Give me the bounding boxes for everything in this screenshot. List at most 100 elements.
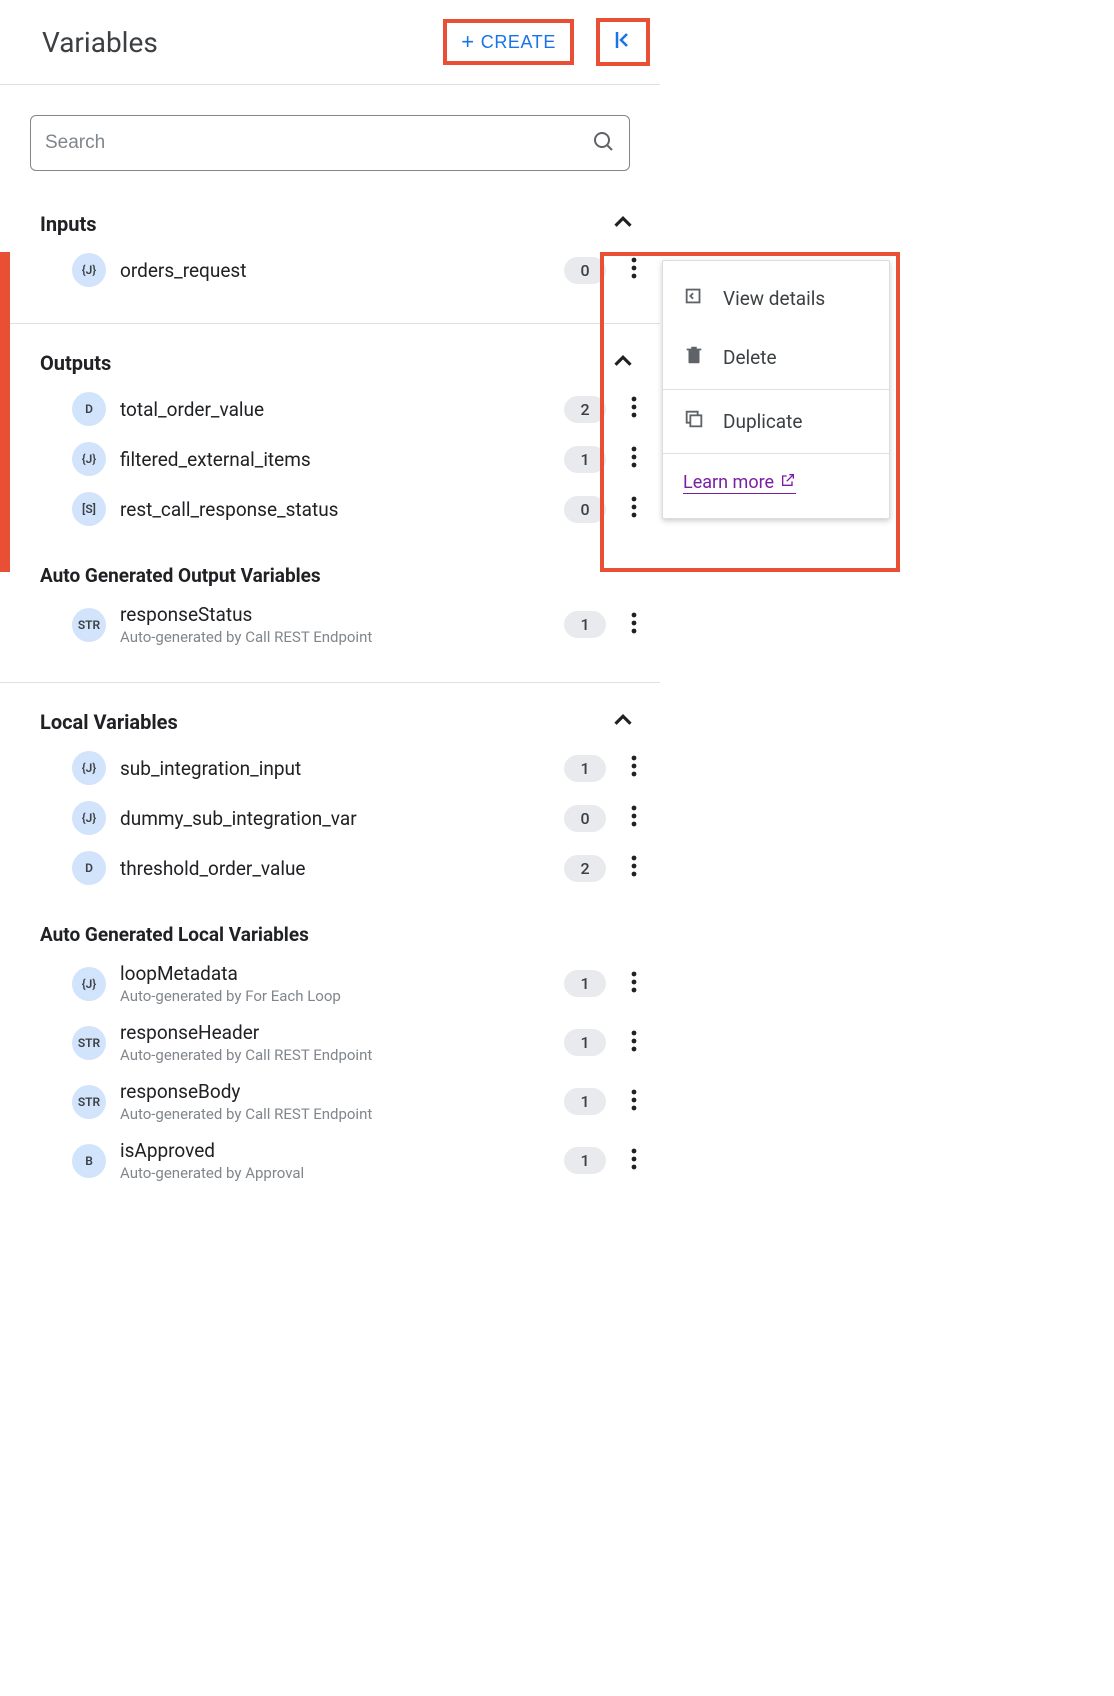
variable-name: loopMetadata <box>120 962 550 985</box>
more-actions-button[interactable] <box>620 396 648 422</box>
section-locals-title: Local Variables <box>40 710 178 734</box>
type-chip-double-icon: D <box>72 392 106 426</box>
menu-view-details[interactable]: View details <box>663 269 889 328</box>
usage-count-badge: 0 <box>564 805 606 832</box>
type-chip-json-icon: {J} <box>72 751 106 785</box>
menu-separator <box>663 389 889 390</box>
more-vert-icon <box>631 496 637 522</box>
variable-row[interactable]: [S] rest_call_response_status 0 <box>0 484 660 534</box>
more-vert-icon <box>631 971 637 997</box>
usage-count-badge: 1 <box>564 1147 606 1174</box>
external-link-icon <box>780 472 796 493</box>
variable-subtext: Auto-generated by Call REST Endpoint <box>120 628 550 646</box>
more-vert-icon <box>631 257 637 283</box>
section-outputs-header[interactable]: Outputs <box>0 324 660 384</box>
variable-subtext: Auto-generated by Approval <box>120 1164 550 1182</box>
delete-icon <box>683 344 705 371</box>
usage-count-badge: 1 <box>564 755 606 782</box>
panel-title: Variables <box>42 26 158 59</box>
plus-icon: + <box>461 31 474 53</box>
more-vert-icon <box>631 1030 637 1056</box>
more-actions-button[interactable] <box>620 496 648 522</box>
more-vert-icon <box>631 855 637 881</box>
more-actions-button[interactable] <box>620 755 648 781</box>
variable-row[interactable]: {J} dummy_sub_integration_var 0 <box>0 793 660 843</box>
search-box[interactable] <box>30 115 630 171</box>
chevron-up-icon <box>608 207 638 241</box>
more-actions-button[interactable] <box>620 612 648 638</box>
more-actions-button[interactable] <box>620 257 648 283</box>
type-chip-string-icon: STR <box>72 1085 106 1119</box>
section-locals-header[interactable]: Local Variables <box>0 683 660 743</box>
menu-label: Delete <box>723 346 777 369</box>
variable-name: responseHeader <box>120 1021 550 1044</box>
variable-name: dummy_sub_integration_var <box>120 807 550 830</box>
more-actions-button[interactable] <box>620 446 648 472</box>
menu-delete[interactable]: Delete <box>663 328 889 387</box>
menu-separator <box>663 453 889 454</box>
chevron-first-icon <box>611 28 635 56</box>
more-actions-button[interactable] <box>620 855 648 881</box>
type-chip-json-icon: {J} <box>72 967 106 1001</box>
usage-count-badge: 1 <box>564 1029 606 1056</box>
usage-count-badge: 0 <box>564 257 606 284</box>
more-vert-icon <box>631 805 637 831</box>
search-input[interactable] <box>45 132 591 154</box>
variable-row[interactable]: D threshold_order_value 2 <box>0 843 660 893</box>
more-vert-icon <box>631 755 637 781</box>
chevron-up-icon <box>608 705 638 739</box>
variable-row[interactable]: {J} orders_request 0 <box>0 245 660 295</box>
variable-subtext: Auto-generated by Call REST Endpoint <box>120 1105 550 1123</box>
variable-name: responseBody <box>120 1080 550 1103</box>
type-chip-string-icon: STR <box>72 1026 106 1060</box>
type-chip-json-icon: {J} <box>72 253 106 287</box>
more-actions-button[interactable] <box>620 1030 648 1056</box>
more-actions-button[interactable] <box>620 805 648 831</box>
duplicate-icon <box>683 408 705 435</box>
create-label: CREATE <box>481 32 556 53</box>
variable-name: orders_request <box>120 259 550 282</box>
menu-duplicate[interactable]: Duplicate <box>663 392 889 451</box>
section-inputs-title: Inputs <box>40 212 97 236</box>
more-vert-icon <box>631 612 637 638</box>
auto-locals-title: Auto Generated Local Variables <box>0 893 660 954</box>
more-vert-icon <box>631 1089 637 1115</box>
variable-row[interactable]: D total_order_value 2 <box>0 384 660 434</box>
more-vert-icon <box>631 396 637 422</box>
panel-header: Variables + CREATE <box>0 0 660 85</box>
variable-name: responseStatus <box>120 603 550 626</box>
variable-row[interactable]: {J} filtered_external_items 1 <box>0 434 660 484</box>
variable-row[interactable]: {J} loopMetadata Auto-generated by For E… <box>0 954 660 1013</box>
auto-outputs-title: Auto Generated Output Variables <box>0 534 660 595</box>
variable-row[interactable]: B isApproved Auto-generated by Approval … <box>0 1131 660 1190</box>
create-button[interactable]: + CREATE <box>443 19 574 65</box>
section-outputs-title: Outputs <box>40 351 111 375</box>
type-chip-double-icon: D <box>72 851 106 885</box>
variable-name: rest_call_response_status <box>120 498 550 521</box>
search-icon <box>591 129 615 157</box>
usage-count-badge: 0 <box>564 496 606 523</box>
variable-row[interactable]: STR responseBody Auto-generated by Call … <box>0 1072 660 1131</box>
variable-name: filtered_external_items <box>120 448 550 471</box>
usage-count-badge: 2 <box>564 396 606 423</box>
type-chip-json-icon: {J} <box>72 801 106 835</box>
more-actions-button[interactable] <box>620 1089 648 1115</box>
view-details-icon <box>683 285 705 312</box>
section-inputs-header[interactable]: Inputs <box>0 185 660 245</box>
menu-label: Duplicate <box>723 410 802 433</box>
variable-row[interactable]: STR responseStatus Auto-generated by Cal… <box>0 595 660 654</box>
more-actions-button[interactable] <box>620 971 648 997</box>
more-actions-button[interactable] <box>620 1148 648 1174</box>
usage-count-badge: 1 <box>564 1088 606 1115</box>
more-vert-icon <box>631 1148 637 1174</box>
learn-more-link[interactable]: Learn more <box>683 472 796 494</box>
variable-name: threshold_order_value <box>120 857 550 880</box>
variable-subtext: Auto-generated by For Each Loop <box>120 987 550 1005</box>
chevron-up-icon <box>608 346 638 380</box>
more-vert-icon <box>631 446 637 472</box>
variable-row[interactable]: {J} sub_integration_input 1 <box>0 743 660 793</box>
type-chip-boolean-icon: B <box>72 1144 106 1178</box>
variable-subtext: Auto-generated by Call REST Endpoint <box>120 1046 550 1064</box>
variable-row[interactable]: STR responseHeader Auto-generated by Cal… <box>0 1013 660 1072</box>
collapse-panel-button[interactable] <box>596 18 650 66</box>
